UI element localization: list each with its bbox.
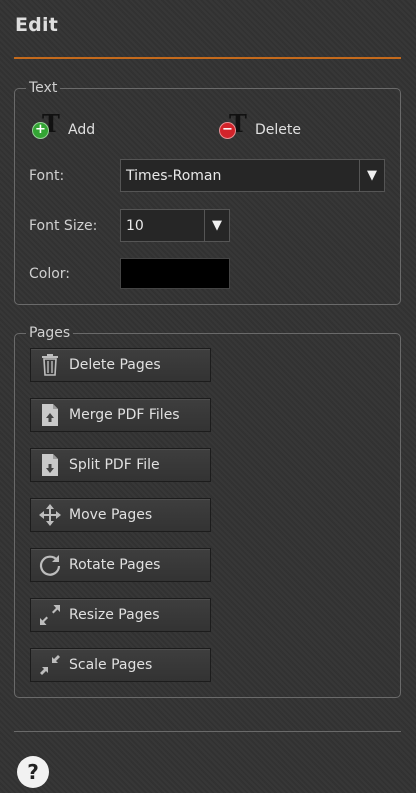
delete-text-icon: T − (219, 110, 253, 139)
delete-pages-label: Delete Pages (69, 357, 161, 373)
font-label: Font: (29, 168, 65, 184)
rotate-pages-button[interactable]: Rotate Pages (30, 548, 211, 582)
resize-pages-label: Resize Pages (69, 607, 160, 623)
move-arrows-icon (31, 499, 69, 531)
scale-pages-button[interactable]: Scale Pages (30, 648, 211, 682)
chevron-down-icon: ▼ (204, 210, 229, 241)
add-text-icon: T + (32, 110, 66, 139)
footer-divider (14, 731, 401, 732)
color-label: Color: (29, 266, 71, 282)
text-group-legend: Text (29, 80, 58, 96)
delete-text-label: Delete (255, 122, 301, 138)
title-divider (14, 57, 401, 59)
add-text-label: Add (68, 122, 96, 138)
move-pages-button[interactable]: Move Pages (30, 498, 211, 532)
help-button[interactable]: ? (17, 756, 49, 788)
color-swatch[interactable] (120, 258, 230, 289)
font-size-label: Font Size: (29, 218, 98, 234)
merge-pdf-files-label: Merge PDF Files (69, 407, 180, 423)
rotate-pages-label: Rotate Pages (69, 557, 161, 573)
delete-text-button[interactable]: T − Delete (219, 110, 301, 139)
panel-title: Edit (15, 14, 58, 36)
font-size-select[interactable]: 10 ▼ (120, 209, 230, 242)
font-size-value: 10 (126, 217, 144, 234)
add-text-button[interactable]: T + Add (32, 110, 96, 139)
merge-pdf-files-button[interactable]: Merge PDF Files (30, 398, 211, 432)
pages-group-legend: Pages (29, 325, 71, 341)
split-file-icon (31, 449, 69, 481)
font-select-value: Times-Roman (126, 167, 222, 184)
trash-icon (31, 349, 69, 381)
resize-icon (31, 599, 69, 631)
rotate-icon (31, 549, 69, 581)
scale-pages-label: Scale Pages (69, 657, 153, 673)
resize-pages-button[interactable]: Resize Pages (30, 598, 211, 632)
delete-pages-button[interactable]: Delete Pages (30, 348, 211, 382)
split-pdf-file-button[interactable]: Split PDF File (30, 448, 211, 482)
move-pages-label: Move Pages (69, 507, 153, 523)
chevron-down-icon: ▼ (359, 160, 384, 191)
font-select[interactable]: Times-Roman ▼ (120, 159, 385, 192)
split-pdf-file-label: Split PDF File (69, 457, 160, 473)
merge-file-icon (31, 399, 69, 431)
scale-icon (31, 649, 69, 681)
